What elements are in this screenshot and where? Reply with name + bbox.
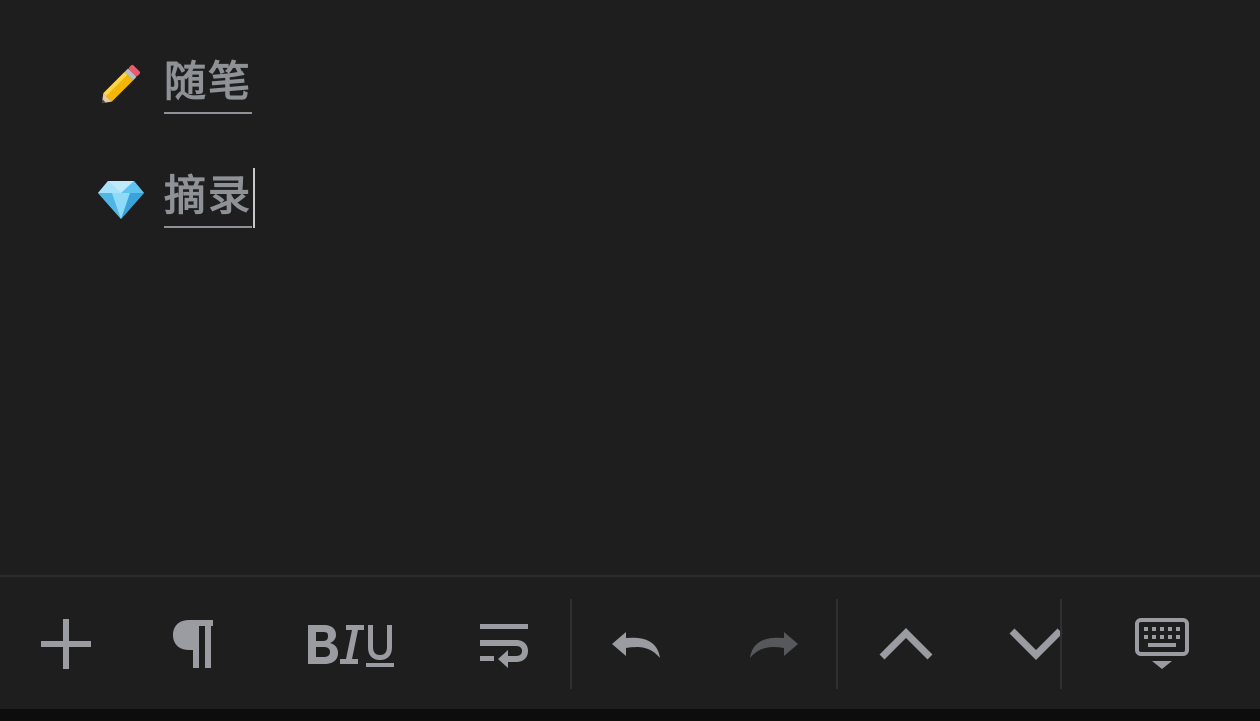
toolbar-divider <box>570 599 572 689</box>
editor-area[interactable]: 随笔 摘录 <box>0 0 1260 575</box>
redo-button[interactable] <box>728 601 812 687</box>
note-link[interactable]: 摘录 <box>164 168 253 228</box>
redo-icon <box>750 632 798 658</box>
undo-button[interactable] <box>598 601 682 687</box>
list-item[interactable]: 摘录 <box>94 166 256 230</box>
chevron-up-icon <box>879 628 933 660</box>
insert-button[interactable] <box>26 601 106 687</box>
pencil-icon <box>94 57 148 111</box>
text-style-button[interactable] <box>296 601 404 687</box>
bold-italic-underline-icon <box>308 625 394 667</box>
bottom-edge <box>0 709 1260 721</box>
toolbar-divider <box>1060 599 1062 689</box>
wrap-text-button[interactable] <box>464 601 544 687</box>
list-item[interactable]: 随笔 <box>94 52 253 116</box>
hide-keyboard-button[interactable] <box>1120 601 1204 687</box>
note-link[interactable]: 随笔 <box>164 54 253 114</box>
editor-toolbar <box>0 575 1260 709</box>
chevron-down-icon <box>1009 628 1063 660</box>
undo-icon <box>612 632 660 658</box>
paragraph-button[interactable] <box>156 601 236 687</box>
plus-icon <box>41 619 91 669</box>
move-up-button[interactable] <box>864 601 948 687</box>
keyboard-hide-icon <box>1135 618 1189 669</box>
gem-icon <box>94 171 148 225</box>
toolbar-divider <box>836 599 838 689</box>
move-down-button[interactable] <box>994 601 1078 687</box>
paragraph-icon <box>173 620 213 668</box>
wrap-text-icon <box>480 624 528 668</box>
text-cursor <box>253 168 256 228</box>
link-text: 摘录 <box>164 171 253 220</box>
